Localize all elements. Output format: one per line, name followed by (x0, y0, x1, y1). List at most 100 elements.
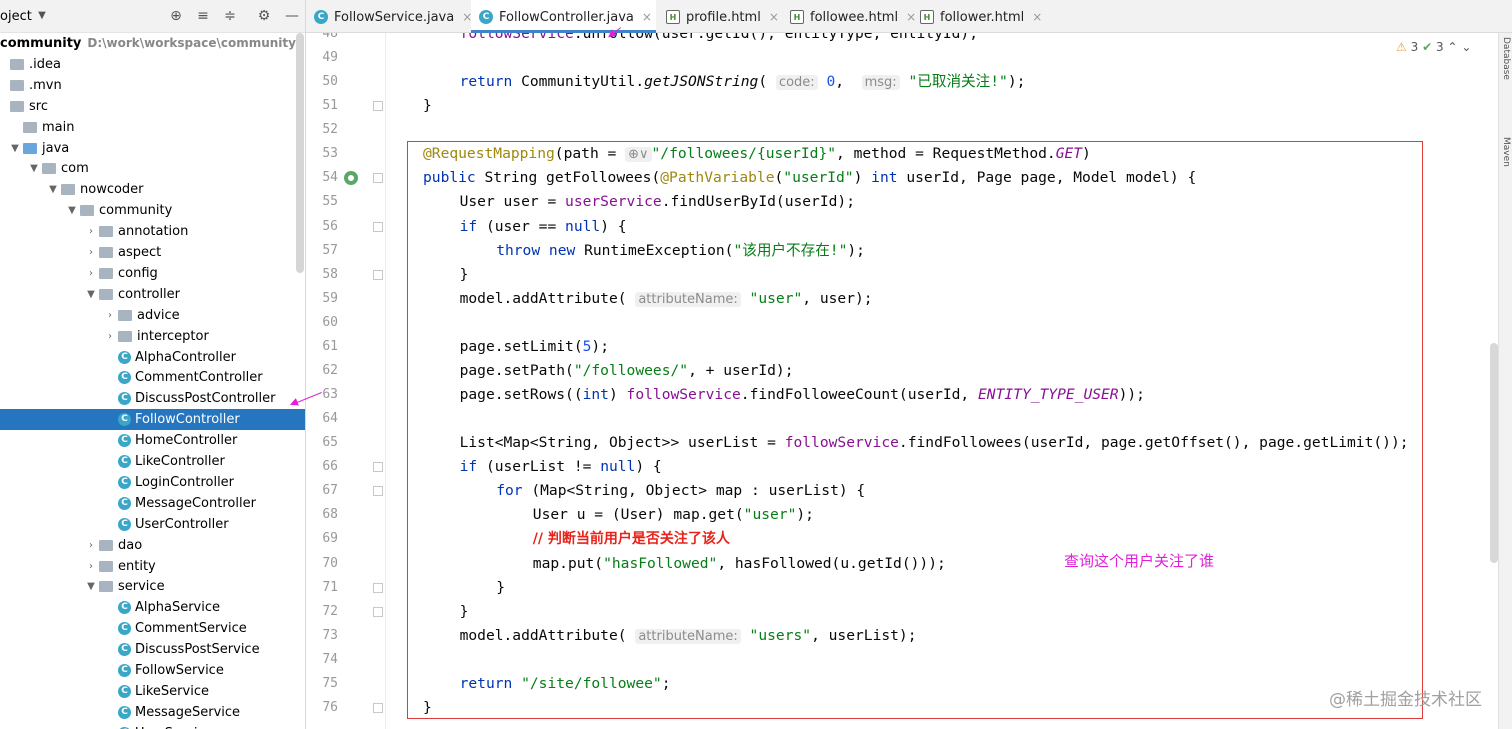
java-class-icon: C (118, 371, 131, 385)
target-icon[interactable]: ⊕ (167, 7, 185, 25)
tree-item[interactable]: › config (0, 263, 296, 284)
fold-marker-icon[interactable] (373, 486, 383, 497)
gear-icon[interactable]: ⚙ (255, 7, 273, 25)
chevron-right-icon[interactable]: › (85, 535, 97, 556)
editor-scrollbar[interactable] (1490, 343, 1498, 563)
java-class-icon: C (118, 496, 131, 510)
tree-item[interactable]: C HomeController (0, 430, 296, 451)
chevron-down-icon[interactable]: ▼ (28, 158, 40, 179)
line-number: 70 (322, 555, 338, 571)
tree-item[interactable]: › dao (0, 535, 296, 556)
code-editor[interactable]: 48 49 50 51 52 53 54 55 56 57 58 59 60 61 62 63 64 65 66 67… (306, 33, 1512, 729)
chevron-right-icon[interactable]: › (85, 221, 97, 242)
editor-tab[interactable]: Hfollowee.html × (782, 0, 916, 33)
tree-item[interactable]: C CommentController (0, 367, 296, 388)
tree-item[interactable]: C MessageService (0, 702, 296, 723)
tree-item[interactable]: community D:\work\workspace\community (0, 33, 296, 54)
tree-item[interactable]: ▼ com (0, 158, 296, 179)
chevron-down-icon[interactable]: ▼ (66, 200, 78, 221)
chevron-down-icon[interactable]: ⌄ (1461, 40, 1471, 54)
chevron-right-icon[interactable]: › (85, 242, 97, 263)
tree-item-label: MessageService (135, 704, 241, 720)
editor-tab[interactable]: C FollowService.java × (306, 0, 472, 33)
java-class-icon: C (314, 10, 328, 24)
editor-tab[interactable]: Hfollower.html × (912, 0, 1042, 33)
spring-mapping-icon[interactable] (344, 171, 358, 185)
tree-item[interactable]: C AlphaController (0, 347, 296, 368)
tree-item[interactable]: C DiscussPostController (0, 388, 296, 409)
java-class-icon: C (118, 413, 131, 427)
tree-item[interactable]: C LikeController (0, 451, 296, 472)
fold-marker-icon[interactable] (373, 221, 383, 232)
annotation-note: 查询这个用户关注了谁 (1064, 552, 1215, 570)
tree-item[interactable]: C FollowService (0, 660, 296, 681)
chevron-down-icon[interactable]: ▼ (33, 7, 51, 25)
tree-item[interactable]: src (0, 96, 296, 117)
tree-item-label: CommentService (135, 621, 247, 637)
database-tool-tab[interactable]: Database (1501, 37, 1511, 80)
maven-tool-tab[interactable]: Maven (1501, 137, 1511, 167)
chevron-down-icon[interactable]: ▼ (47, 179, 59, 200)
tree-item[interactable]: ▼ controller (0, 284, 296, 305)
editor-tab-label: follower.html (940, 10, 1025, 25)
fold-marker-icon[interactable] (373, 702, 383, 713)
tree-item[interactable]: ▼ service (0, 576, 296, 597)
chevron-right-icon[interactable]: › (104, 305, 116, 326)
code-line[interactable]: followService.unfollow(user.getId(), ent… (460, 33, 978, 46)
chevron-right-icon[interactable]: › (85, 263, 97, 284)
fold-marker-icon[interactable] (373, 462, 383, 473)
tree-item[interactable]: .mvn (0, 75, 296, 96)
chevron-up-icon[interactable]: ⌃ (1447, 40, 1457, 54)
fold-marker-icon[interactable] (373, 269, 383, 280)
project-tree-scrollbar[interactable] (296, 33, 304, 273)
fold-marker-icon[interactable] (373, 606, 383, 617)
close-icon[interactable]: × (769, 10, 779, 24)
tree-item[interactable]: › advice (0, 305, 296, 326)
tree-item[interactable]: › aspect (0, 242, 296, 263)
fold-marker-icon[interactable] (373, 173, 383, 184)
line-number: 68 (322, 507, 338, 523)
minimize-icon[interactable]: — (283, 7, 301, 25)
tree-item[interactable]: C MessageController (0, 493, 296, 514)
line-number: 60 (322, 314, 338, 330)
fold-marker-icon[interactable] (373, 101, 383, 112)
folder-icon (99, 288, 113, 300)
tree-item[interactable]: ▼ nowcoder (0, 179, 296, 200)
expand-all-icon[interactable]: ≡ (194, 7, 212, 25)
tree-item[interactable]: C LikeService (0, 681, 296, 702)
collapse-all-icon[interactable]: ≑ (221, 7, 239, 25)
chevron-down-icon[interactable]: ▼ (85, 576, 97, 597)
tree-item[interactable]: C LoginController (0, 472, 296, 493)
inspection-widget[interactable]: ⚠ 3 ✔ 3 ⌃ ⌄ (1396, 38, 1471, 56)
tree-item-label: community D:\work\workspace\community (0, 36, 296, 51)
java-class-icon: C (118, 684, 131, 698)
tree-item[interactable]: C UserController (0, 514, 296, 535)
tree-item[interactable]: main (0, 117, 296, 138)
project-panel: oject ▼ ⊕ ≡ ≑ ⚙ — community D:\work\works… (0, 0, 306, 729)
tree-item[interactable]: C FollowController (0, 409, 305, 431)
editor-tab[interactable]: C FollowController.java × (471, 0, 656, 33)
tree-item[interactable]: C CommentService (0, 618, 296, 639)
line-number: 52 (322, 122, 338, 138)
tree-item[interactable]: ▼ java (0, 138, 296, 159)
line-number: 57 (322, 242, 338, 258)
code-line[interactable]: return CommunityUtil.getJSONString( code… (460, 70, 1025, 94)
tree-item[interactable]: › annotation (0, 221, 296, 242)
fold-marker-icon[interactable] (373, 582, 383, 593)
chevron-down-icon[interactable]: ▼ (9, 138, 21, 159)
close-icon[interactable]: × (642, 10, 652, 24)
tree-item[interactable]: CUserService (0, 723, 296, 729)
tree-item[interactable]: C AlphaService (0, 597, 296, 618)
tree-item[interactable]: C DiscussPostService (0, 639, 296, 660)
tree-item[interactable]: ▼ community (0, 200, 296, 221)
tree-item[interactable]: .idea (0, 54, 296, 75)
tree-item[interactable]: › interceptor (0, 326, 296, 347)
editor-tab[interactable]: Hprofile.html × (658, 0, 779, 33)
tree-item-label: entity (118, 558, 156, 574)
close-icon[interactable]: × (1032, 10, 1042, 24)
chevron-right-icon[interactable]: › (104, 326, 116, 347)
tree-item[interactable]: › entity (0, 556, 296, 577)
code-line[interactable]: } (423, 94, 432, 118)
chevron-right-icon[interactable]: › (85, 556, 97, 577)
chevron-down-icon[interactable]: ▼ (85, 284, 97, 305)
